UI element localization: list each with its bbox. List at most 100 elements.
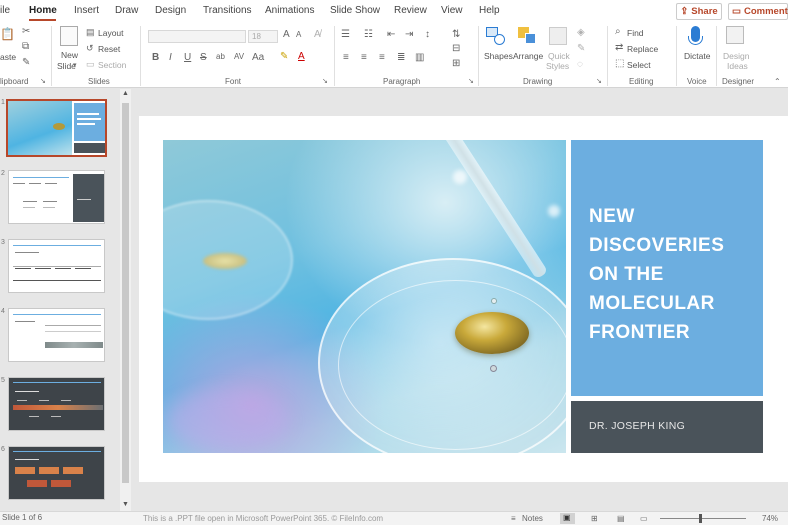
copy-icon[interactable]: ⧉	[22, 42, 29, 52]
shrink-font-icon[interactable]: A	[296, 31, 301, 39]
zoom-slider-thumb[interactable]	[699, 514, 702, 523]
slide-sorter-icon[interactable]: ⊞	[591, 514, 598, 523]
highlight-icon[interactable]: ✎	[280, 52, 288, 62]
tab-draw[interactable]: Draw	[115, 5, 138, 16]
zoom-level[interactable]: 74%	[762, 514, 778, 523]
shadow-button[interactable]: ab	[216, 53, 225, 61]
paste-icon[interactable]: 📋	[0, 28, 15, 40]
strikethrough-button[interactable]: S	[200, 53, 207, 63]
select-icon[interactable]: ⬚	[615, 59, 624, 69]
slide-title[interactable]: NEW DISCOVERIES ON THE MOLECULAR FRONTIE…	[589, 202, 759, 347]
tab-home[interactable]: Home	[29, 5, 57, 16]
bold-button[interactable]: B	[152, 53, 159, 63]
replace-icon[interactable]: ⇄	[615, 43, 623, 53]
current-slide[interactable]: NEW DISCOVERIES ON THE MOLECULAR FRONTIE…	[139, 116, 788, 482]
collapse-ribbon-icon[interactable]: ⌃	[774, 78, 781, 86]
tab-review[interactable]: Review	[394, 5, 427, 16]
justify-icon[interactable]: ≣	[397, 53, 405, 63]
notes-icon[interactable]: ≡	[511, 514, 516, 523]
reading-view-icon[interactable]: ▤	[617, 514, 625, 523]
slide-subtitle[interactable]: DR. JOSEPH KING	[589, 420, 685, 432]
grow-font-icon[interactable]: A	[283, 30, 290, 40]
thumbnail-scrollbar[interactable]: ▲ ▼	[120, 89, 131, 513]
text-direction-icon[interactable]: ⇅	[452, 30, 460, 40]
font-color-icon[interactable]: A	[298, 52, 305, 62]
scroll-up-arrow[interactable]: ▲	[122, 90, 129, 97]
dialog-launcher-icon[interactable]: ↘	[468, 78, 474, 85]
slide-thumbnail-1[interactable]	[6, 99, 107, 157]
select-button[interactable]: Select	[627, 60, 651, 70]
tab-help[interactable]: Help	[479, 5, 500, 16]
dialog-launcher-icon[interactable]: ↘	[596, 78, 602, 85]
cut-icon[interactable]: ✂	[22, 27, 30, 37]
slide-thumbnail-6[interactable]	[8, 446, 105, 500]
scroll-down-arrow[interactable]: ▼	[122, 501, 129, 508]
quick-styles-label[interactable]: Styles	[546, 61, 569, 71]
tab-insert[interactable]: Insert	[74, 5, 99, 16]
notes-button[interactable]: Notes	[522, 514, 543, 523]
line-spacing-icon[interactable]: ↕	[425, 30, 430, 40]
shapes-icon[interactable]	[486, 27, 506, 45]
tab-file[interactable]: ile	[0, 5, 10, 16]
smartart-icon[interactable]: ⊞	[452, 59, 460, 69]
find-icon[interactable]: ⌕	[615, 27, 621, 37]
align-text-icon[interactable]: ⊟	[452, 44, 460, 54]
lab-photo-image[interactable]	[163, 140, 566, 453]
font-size-dropdown[interactable]: 18	[248, 30, 278, 43]
tab-transitions[interactable]: Transitions	[203, 5, 252, 16]
align-right-icon[interactable]: ≡	[379, 53, 385, 63]
decrease-indent-icon[interactable]: ⇤	[387, 30, 395, 40]
slide-thumbnail-4[interactable]	[8, 308, 105, 362]
chevron-down-icon[interactable]: ▾	[73, 62, 77, 69]
clear-formatting-icon[interactable]: A̸	[314, 30, 321, 40]
bullets-icon[interactable]: ☰	[341, 30, 350, 40]
quick-styles-icon[interactable]	[549, 27, 567, 45]
underline-button[interactable]: U	[184, 53, 191, 63]
numbering-icon[interactable]: ☷	[364, 30, 373, 40]
format-painter-icon[interactable]: ✎	[22, 58, 30, 68]
slide-thumbnail-5[interactable]	[8, 377, 105, 431]
layout-button[interactable]: Layout	[98, 28, 124, 38]
title-panel: NEW DISCOVERIES ON THE MOLECULAR FRONTIE…	[571, 140, 763, 396]
dictate-button[interactable]: Dictate	[684, 51, 710, 61]
italic-button[interactable]: I	[169, 53, 172, 63]
tab-design[interactable]: Design	[155, 5, 186, 16]
dialog-launcher-icon[interactable]: ↘	[40, 78, 46, 85]
font-family-dropdown[interactable]	[148, 30, 246, 43]
tab-animations[interactable]: Animations	[265, 5, 314, 16]
shape-effects-icon[interactable]: ◌	[577, 60, 583, 70]
columns-icon[interactable]: ▥	[415, 53, 424, 63]
design-ideas-button[interactable]: Design	[723, 51, 749, 61]
shapes-button[interactable]: Shapes	[484, 51, 513, 61]
find-button[interactable]: Find	[627, 28, 644, 38]
design-ideas-icon[interactable]	[726, 26, 744, 44]
shape-fill-icon[interactable]: ◈	[577, 28, 585, 38]
quick-styles-button[interactable]: Quick	[548, 51, 570, 61]
slide-thumbnail-2[interactable]	[8, 170, 105, 224]
comments-button[interactable]: ▭ Comments	[728, 3, 788, 20]
new-slide-button[interactable]: New	[61, 50, 78, 60]
slide-thumbnail-3[interactable]	[8, 239, 105, 293]
section-button[interactable]: Section	[98, 60, 126, 70]
normal-view-button[interactable]: ▣	[560, 513, 575, 524]
share-button[interactable]: ⇪ Share	[676, 3, 722, 20]
dialog-launcher-icon[interactable]: ↘	[322, 78, 328, 85]
paste-button[interactable]: aste	[0, 52, 16, 62]
replace-button[interactable]: Replace	[627, 44, 658, 54]
change-case-button[interactable]: Aa	[252, 53, 264, 63]
reset-button[interactable]: Reset	[98, 44, 120, 54]
increase-indent-icon[interactable]: ⇥	[405, 30, 413, 40]
zoom-slider[interactable]	[660, 518, 746, 519]
character-spacing-button[interactable]: AV	[234, 53, 244, 61]
align-left-icon[interactable]: ≡	[343, 53, 349, 63]
arrange-icon[interactable]	[518, 27, 538, 45]
slideshow-icon[interactable]: ▭	[640, 514, 648, 523]
design-ideas-label[interactable]: Ideas	[727, 61, 748, 71]
tab-view[interactable]: View	[441, 5, 463, 16]
shape-outline-icon[interactable]: ✎	[577, 44, 585, 54]
scrollbar-thumb[interactable]	[122, 103, 129, 483]
align-center-icon[interactable]: ≡	[361, 53, 367, 63]
arrange-button[interactable]: Arrange	[513, 51, 543, 61]
new-slide-icon[interactable]	[60, 26, 78, 46]
tab-slide-show[interactable]: Slide Show	[330, 5, 380, 16]
